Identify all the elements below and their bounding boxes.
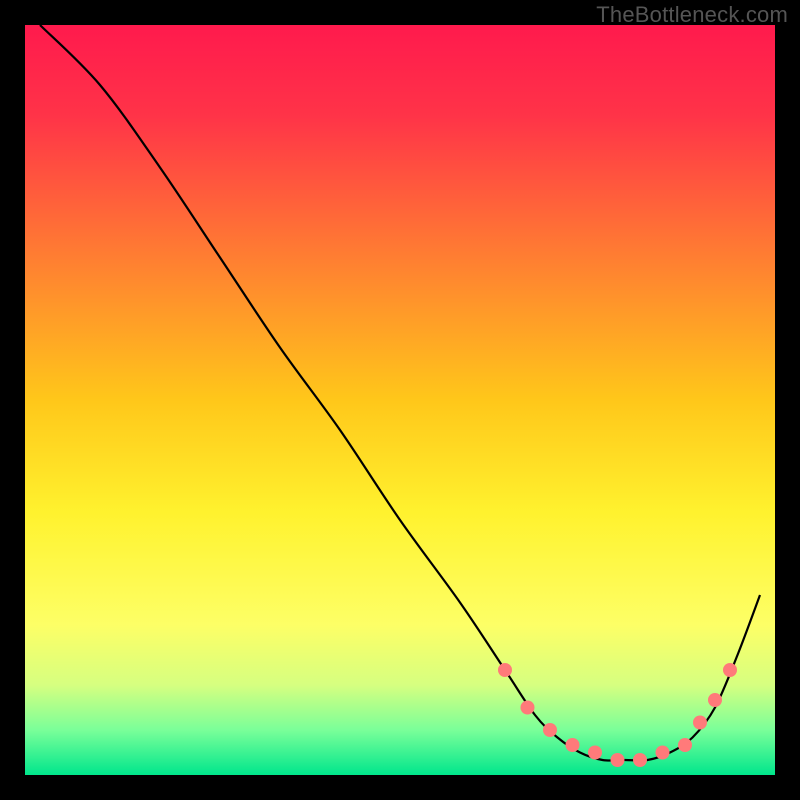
gradient-background (25, 25, 775, 775)
curve-marker (588, 746, 602, 760)
watermark-text: TheBottleneck.com (596, 2, 788, 28)
curve-marker (498, 663, 512, 677)
curve-marker (611, 753, 625, 767)
curve-marker (708, 693, 722, 707)
curve-marker (678, 738, 692, 752)
curve-marker (723, 663, 737, 677)
curve-marker (633, 753, 647, 767)
curve-marker (693, 716, 707, 730)
curve-marker (566, 738, 580, 752)
curve-marker (656, 746, 670, 760)
curve-marker (521, 701, 535, 715)
bottleneck-chart (0, 0, 800, 800)
curve-marker (543, 723, 557, 737)
